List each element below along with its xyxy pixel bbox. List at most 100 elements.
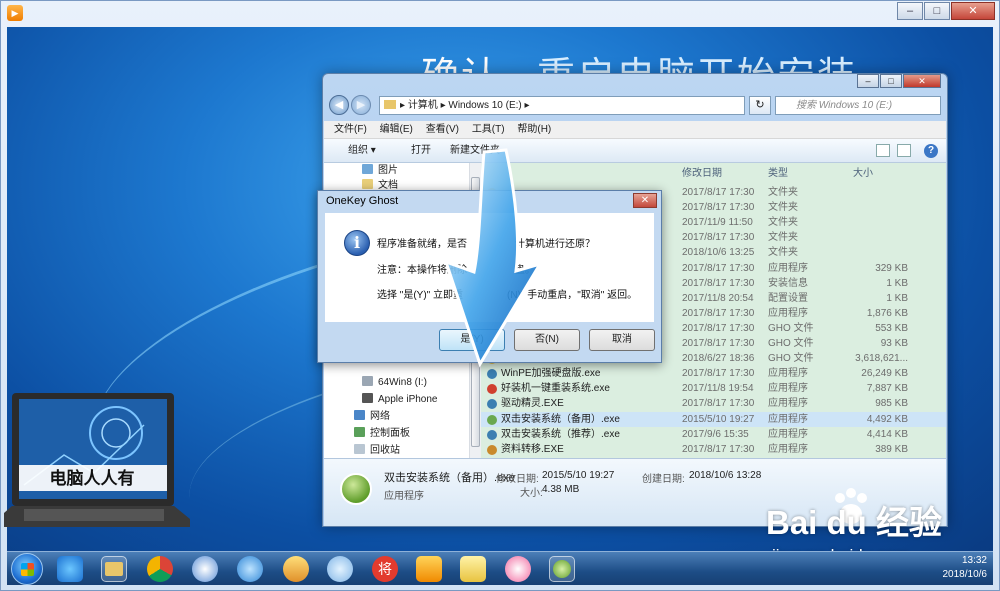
file-icon bbox=[487, 399, 497, 410]
taskbar: 将 13:32 2018/10/6 bbox=[7, 551, 993, 585]
details-modified: 2015/5/10 19:27 bbox=[542, 470, 615, 481]
explorer-minimize-button[interactable]: – bbox=[857, 74, 879, 88]
file-type: 应用程序 bbox=[768, 443, 808, 455]
file-size: 1,876 KB bbox=[866, 307, 908, 319]
file-type: 应用程序 bbox=[768, 368, 808, 380]
app-icon[interactable] bbox=[192, 556, 218, 582]
file-size: 7,887 KB bbox=[866, 383, 908, 395]
file-name: WinPE加强硬盘版.exe bbox=[501, 368, 601, 380]
back-button[interactable]: ◀ bbox=[329, 95, 349, 115]
windows-logo-icon bbox=[21, 563, 34, 576]
address-bar[interactable]: ▸ 计算机 ▸ Windows 10 (E:) ▸ bbox=[379, 96, 745, 115]
installer-taskbar-icon[interactable] bbox=[549, 556, 575, 582]
file-icon bbox=[487, 369, 497, 380]
help-icon[interactable]: ? bbox=[924, 144, 938, 158]
app-icon[interactable] bbox=[237, 556, 263, 582]
open-button[interactable]: 打开 bbox=[411, 139, 431, 163]
player-app-icon: ▶ bbox=[7, 5, 23, 21]
dialog-close-button[interactable]: ✕ bbox=[633, 193, 657, 208]
tray-date[interactable]: 2018/10/6 bbox=[917, 568, 988, 582]
forward-button[interactable]: ▶ bbox=[351, 95, 371, 115]
drive-icon bbox=[362, 376, 373, 386]
preview-pane-icon[interactable] bbox=[897, 144, 911, 157]
file-type: 文件夹 bbox=[768, 187, 798, 198]
close-button[interactable]: ✕ bbox=[951, 2, 995, 20]
menu-edit[interactable]: 编辑(E) bbox=[380, 124, 413, 135]
app-icon[interactable] bbox=[505, 556, 531, 582]
no-button[interactable]: 否(N) bbox=[514, 329, 580, 351]
network-icon bbox=[354, 410, 365, 420]
menu-file[interactable]: 文件(F) bbox=[334, 124, 367, 135]
address-segment[interactable]: Windows 10 (E:) bbox=[448, 100, 521, 111]
table-row[interactable]: 好装机一键重装系统.exe 2017/11/8 19:54 应用程序 7,887 KB bbox=[481, 381, 946, 396]
nav-item-label: 图片 bbox=[378, 165, 398, 176]
table-row[interactable]: 驱动精灵.EXE 2017/8/17 17:30 应用程序 985 KB bbox=[481, 396, 946, 411]
file-icon bbox=[487, 414, 497, 425]
onekey-ghost-dialog: OneKey Ghost ✕ i 程序准备就绪，是否 计算机进行还原？ 注意：本操… bbox=[317, 190, 662, 363]
column-header-type[interactable]: 类型 bbox=[768, 163, 788, 185]
file-date: 2017/8/17 17:30 bbox=[682, 368, 755, 380]
media-player-icon[interactable] bbox=[416, 556, 442, 582]
notes-icon[interactable] bbox=[460, 556, 486, 582]
new-folder-button[interactable]: 新建文件夹 bbox=[450, 139, 500, 163]
file-size: 3,618,621... bbox=[855, 353, 908, 365]
ie-icon[interactable] bbox=[57, 556, 83, 582]
file-size: 4,414 KB bbox=[866, 428, 908, 440]
search-input[interactable]: 搜索 Windows 10 (E:) bbox=[775, 96, 941, 115]
maximize-button[interactable]: □ bbox=[924, 2, 950, 20]
watermark-brand: Bai du 经验 bbox=[766, 504, 943, 541]
file-date: 2017/8/17 17:30 bbox=[682, 277, 755, 289]
paint-icon[interactable] bbox=[283, 556, 309, 582]
column-header-size[interactable]: 大小 bbox=[853, 163, 873, 185]
app-icon[interactable]: 将 bbox=[372, 556, 398, 582]
start-button[interactable] bbox=[11, 553, 43, 585]
file-type: 文件夹 bbox=[768, 232, 798, 244]
address-segment[interactable]: 计算机 bbox=[408, 100, 438, 111]
file-type: 文件夹 bbox=[768, 217, 798, 229]
dialog-message-line3: 选择 "是(Y)" 立即重 (N)" 手动重启，"取消" 返回。 bbox=[377, 290, 638, 301]
view-options-icon[interactable] bbox=[876, 144, 890, 157]
file-date: 2018/6/27 18:36 bbox=[682, 353, 755, 365]
cancel-button[interactable]: 取消 bbox=[589, 329, 655, 351]
table-row[interactable]: WinPE加强硬盘版.exe 2017/8/17 17:30 应用程序 26,249 … bbox=[481, 366, 946, 381]
details-file-type: 应用程序 bbox=[384, 491, 424, 502]
file-date: 2017/8/17 17:30 bbox=[682, 262, 755, 274]
explorer-close-button[interactable]: ✕ bbox=[903, 74, 941, 88]
file-size: 329 KB bbox=[875, 262, 908, 274]
file-date: 2017/8/17 17:30 bbox=[682, 187, 755, 198]
file-icon bbox=[487, 429, 497, 440]
menu-bar: 文件(F) 编辑(E) 查看(V) 工具(T) 帮助(H) bbox=[324, 121, 946, 139]
file-size: 389 KB bbox=[875, 443, 908, 455]
nav-item-label: 回收站 bbox=[370, 445, 400, 456]
nav-item-label: 64Win8 (I:) bbox=[378, 377, 427, 388]
column-header-date[interactable]: 修改日期 bbox=[682, 163, 722, 185]
tray-time[interactable]: 13:32 bbox=[917, 554, 987, 568]
menu-tools[interactable]: 工具(T) bbox=[472, 124, 505, 135]
app-icon[interactable] bbox=[327, 556, 353, 582]
folder-icon bbox=[384, 100, 396, 109]
file-size: 1 KB bbox=[886, 277, 908, 289]
menu-help[interactable]: 帮助(H) bbox=[517, 124, 551, 135]
table-row[interactable]: 双击安装系统（推荐）.exe 2017/9/6 15:35 应用程序 4,414 KB bbox=[481, 427, 946, 442]
recycle-bin-icon bbox=[354, 444, 365, 454]
table-row[interactable]: 双击安装系统（备用）.exe 2015/5/10 19:27 应用程序 4,492 K… bbox=[481, 411, 946, 427]
dialog-message-line1: 程序准备就绪，是否 计算机进行还原？ bbox=[377, 239, 595, 250]
file-date: 2017/8/17 17:30 bbox=[682, 338, 755, 349]
app-file-icon bbox=[340, 473, 372, 505]
explorer-taskbar-icon[interactable] bbox=[101, 556, 127, 582]
explorer-maximize-button[interactable]: □ bbox=[880, 74, 902, 88]
file-date: 2017/8/17 17:30 bbox=[682, 202, 755, 214]
documents-icon bbox=[362, 179, 373, 189]
organize-button[interactable]: 组织 ▾ bbox=[348, 139, 376, 163]
file-date: 2017/8/17 17:30 bbox=[682, 398, 755, 410]
minimize-button[interactable]: – bbox=[897, 2, 923, 20]
refresh-button[interactable]: ↻ bbox=[749, 96, 771, 115]
player-window-controls: – □ ✕ bbox=[896, 2, 995, 20]
laptop-logo: 电脑人人有 bbox=[4, 393, 190, 527]
table-row[interactable]: 资料转移.EXE 2017/8/17 17:30 应用程序 389 KB bbox=[481, 442, 946, 457]
nav-item-label: Apple iPhone bbox=[378, 394, 438, 405]
yes-button[interactable]: 是(Y) bbox=[439, 329, 505, 351]
file-date: 2015/5/10 19:27 bbox=[682, 413, 755, 425]
menu-view[interactable]: 查看(V) bbox=[426, 124, 459, 135]
chrome-icon[interactable] bbox=[147, 556, 173, 582]
